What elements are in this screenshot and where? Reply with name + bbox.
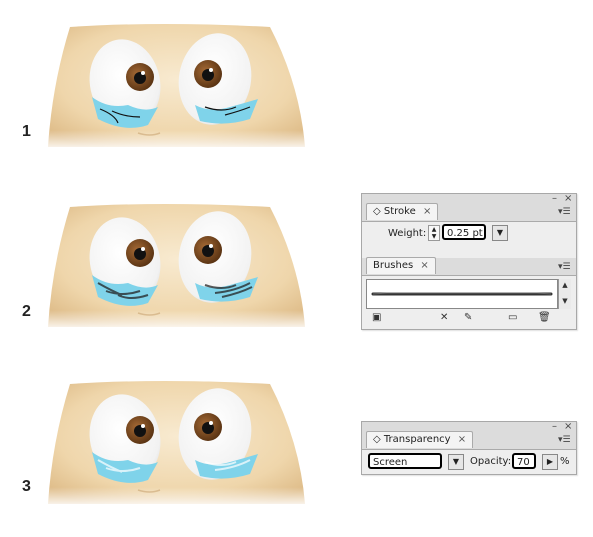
blend-mode-dropdown-button[interactable]: ▼ <box>448 454 464 470</box>
blend-mode-select[interactable]: Screen <box>368 453 442 469</box>
panel-menu-icon[interactable]: ▾☰ <box>558 208 571 217</box>
stroke-brushes-panel: – × ◇ Stroke × ▾☰ Weight: ▲ ▼ 0.25 pt ▼ B… <box>361 193 577 330</box>
step-number: 1 <box>22 123 31 140</box>
face-illustration-2 <box>40 203 315 329</box>
tab-close-icon[interactable]: × <box>423 206 431 217</box>
opacity-slider-button[interactable]: ▶ <box>542 454 558 470</box>
opacity-input[interactable]: 70 <box>512 453 536 469</box>
face-illustration-3 <box>40 380 315 506</box>
tab-close-icon[interactable]: × <box>420 260 428 271</box>
scroll-down-icon[interactable]: ▼ <box>559 295 571 307</box>
face-illustration-1 <box>40 23 315 149</box>
step-2-illustration: 2 <box>0 195 320 360</box>
tab-label: Stroke <box>383 206 416 217</box>
scroll-up-icon[interactable]: ▲ <box>559 279 571 291</box>
weight-label: Weight: <box>388 228 427 239</box>
brush-stroke-preview[interactable] <box>367 280 557 308</box>
new-brush-icon[interactable]: ▭ <box>508 312 517 324</box>
delete-brush-icon[interactable]: 🗑 <box>538 312 551 324</box>
brush-list-scrollbar[interactable]: ▲ ▼ <box>558 279 571 309</box>
weight-dropdown-button[interactable]: ▼ <box>492 225 508 241</box>
step-3-illustration: 3 <box>0 372 320 537</box>
tab-transparency[interactable]: ◇ Transparency × <box>366 431 474 448</box>
tab-stroke[interactable]: ◇ Stroke × <box>366 203 439 220</box>
brush-list[interactable] <box>366 279 558 309</box>
brush-options-icon[interactable]: ✎ <box>464 312 472 324</box>
weight-stepper[interactable]: ▲ ▼ <box>428 225 440 241</box>
panel-menu-icon[interactable]: ▾☰ <box>558 436 571 445</box>
minimize-button[interactable]: – <box>552 194 557 204</box>
tab-brushes[interactable]: Brushes × <box>366 257 436 274</box>
close-button[interactable]: × <box>564 194 572 204</box>
transparency-panel: – × ◇ Transparency × ▾☰ Screen ▼ Opacity… <box>361 421 577 475</box>
close-button[interactable]: × <box>564 422 572 432</box>
chevron-updown-icon: ◇ <box>373 206 381 217</box>
minimize-button[interactable]: – <box>552 422 557 432</box>
panel-menu-icon[interactable]: ▾☰ <box>558 263 571 272</box>
percent-label: % <box>560 456 570 467</box>
tab-label: Brushes <box>373 260 414 271</box>
step-1-illustration: 1 <box>0 15 320 180</box>
brush-libraries-icon[interactable]: ▣ <box>372 312 381 324</box>
chevron-updown-icon: ◇ <box>373 434 381 445</box>
weight-input[interactable]: 0.25 pt <box>442 224 486 240</box>
remove-brush-stroke-icon[interactable]: ✕ <box>440 312 448 324</box>
tab-close-icon[interactable]: × <box>458 434 466 445</box>
step-number: 2 <box>22 303 31 320</box>
tab-label: Transparency <box>383 434 451 445</box>
opacity-label: Opacity: <box>470 456 512 467</box>
step-number: 3 <box>22 478 31 495</box>
